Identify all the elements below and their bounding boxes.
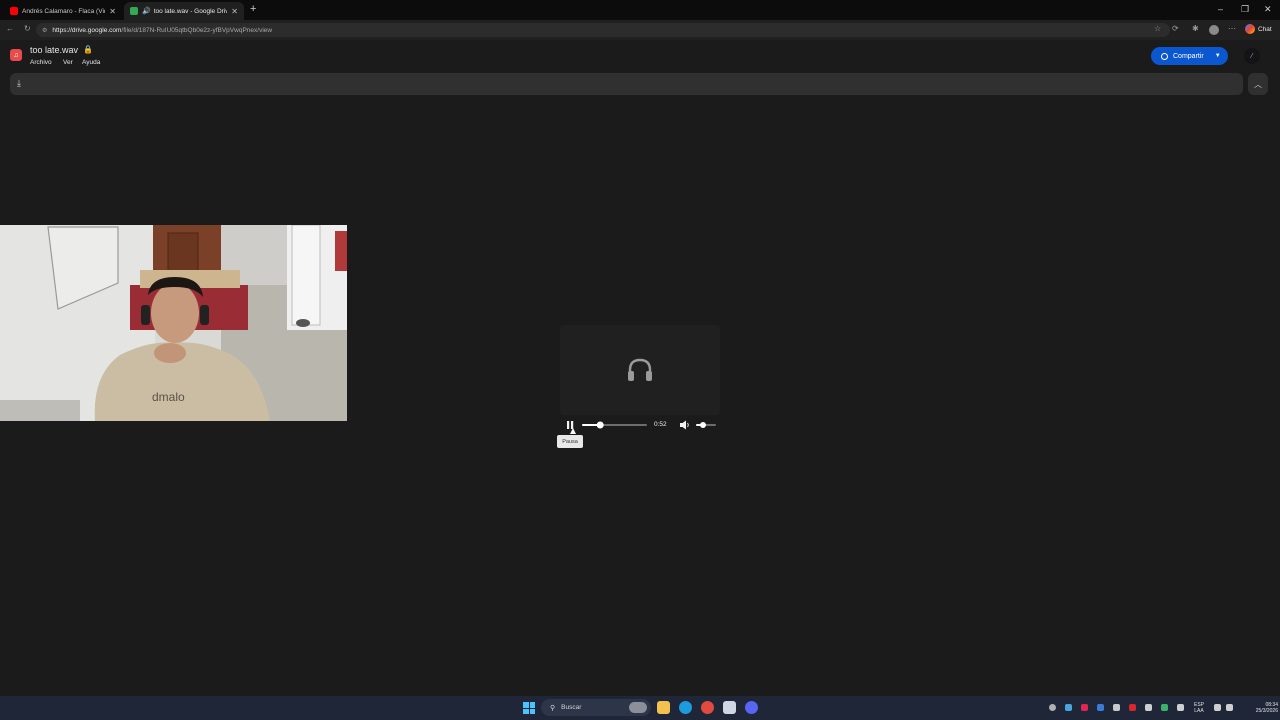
volume-icon [680, 420, 686, 430]
profile-avatar[interactable] [1209, 25, 1219, 35]
site-info-icon[interactable]: ⚙ [42, 27, 47, 34]
microphone-icon[interactable] [1177, 704, 1184, 711]
tray-game-icon[interactable] [1113, 704, 1120, 711]
headphones-icon [628, 358, 652, 381]
progress-thumb[interactable] [596, 421, 604, 429]
mute-button[interactable] [680, 420, 689, 430]
close-tab-icon[interactable]: ✕ [109, 7, 116, 16]
tab-drive[interactable]: 🔊 too late.wav - Google Drive ✕ [124, 2, 244, 20]
chrome-browser-icon[interactable] [701, 701, 714, 714]
discord-icon[interactable] [745, 701, 758, 714]
playback-time: 0:52 [654, 421, 667, 428]
wifi-icon[interactable] [1214, 704, 1221, 711]
chevron-up-icon: ︿ [1254, 79, 1262, 89]
tab-title: too late.wav - Google Drive [153, 7, 228, 15]
audio-file-icon: ♫ [10, 49, 22, 61]
keyboard-layout: LAA [1194, 708, 1204, 714]
chat-label: Chat [1258, 25, 1272, 33]
shared-lock-icon: 🔒 [83, 45, 93, 54]
download-icon[interactable]: ⤓ [17, 78, 21, 89]
volume-slider[interactable] [696, 422, 716, 428]
audio-player-card [560, 325, 720, 415]
restore-icon[interactable]: ❐ [1241, 4, 1249, 15]
webcam-feed-image: dmalo [0, 225, 347, 421]
url-path: /file/d/187N-RuIU05qtbQb0e2z-yfBVpVwqPne… [121, 26, 273, 34]
tray-adobe-icon[interactable] [1129, 704, 1136, 711]
audio-playing-icon[interactable]: 🔊 [142, 7, 151, 15]
close-window-icon[interactable]: ✕ [1264, 4, 1272, 15]
windows-start-icon[interactable] [523, 702, 535, 714]
mouse-cursor-icon [570, 428, 576, 434]
bookmark-star-icon[interactable]: ☆ [1154, 24, 1161, 33]
tab-title: Andrés Calamaro - Flaca (Videoclip [22, 7, 105, 15]
viewer-action-bar [10, 73, 1243, 95]
tray-media-icon[interactable] [1081, 704, 1088, 711]
close-tab-icon[interactable]: ✕ [231, 7, 238, 16]
progress-slider[interactable] [582, 421, 647, 429]
menu-ver[interactable]: Ver [63, 59, 73, 66]
language-indicator[interactable]: ESP LAA [1190, 702, 1208, 714]
url-host: https://drive.google.com [52, 26, 122, 34]
edge-browser-icon[interactable] [679, 701, 692, 714]
clock[interactable]: 08:34 25/3/2026 [1240, 702, 1278, 714]
bluetooth-icon[interactable] [1097, 704, 1104, 711]
new-tab-icon[interactable]: + [250, 3, 256, 15]
volume-thumb[interactable] [700, 422, 706, 428]
extensions-icon[interactable]: ⟳ [1172, 24, 1179, 33]
file-explorer-icon[interactable] [657, 701, 670, 714]
collapse-toolbar-button[interactable]: ︿ [1248, 73, 1268, 95]
account-avatar[interactable]: ⁄ [1244, 48, 1260, 64]
globe-icon [1161, 52, 1168, 60]
pause-tooltip: Pausa [557, 435, 583, 448]
back-icon[interactable]: ← [6, 24, 14, 33]
clock-date: 25/3/2026 [1255, 708, 1278, 714]
search-highlight-icon [629, 702, 647, 713]
tray-sync-icon[interactable] [1145, 704, 1152, 711]
pause-icon [567, 421, 570, 429]
svg-text:dmalo: dmalo [152, 390, 185, 404]
chat-icon [1245, 24, 1255, 34]
calculator-icon[interactable] [723, 701, 736, 714]
tab-youtube[interactable]: Andrés Calamaro - Flaca (Videoclip ✕ [4, 2, 122, 20]
menu-ayuda[interactable]: Ayuda [82, 59, 100, 66]
reload-icon[interactable]: ↻ [24, 24, 31, 33]
menu-dots-icon[interactable]: ⋯ [1228, 24, 1236, 33]
search-placeholder: Buscar [561, 704, 582, 711]
minimize-icon[interactable]: – [1218, 4, 1223, 14]
address-bar[interactable]: ⚙ https://drive.google.com/file/d/187N-R… [36, 23, 1170, 37]
browser-tab-strip: Andrés Calamaro - Flaca (Videoclip ✕ 🔊 t… [0, 0, 1280, 20]
tray-app-icon[interactable] [1049, 704, 1056, 711]
tray-shield-icon[interactable] [1065, 704, 1072, 711]
extension-puzzle-icon[interactable]: ✱ [1192, 24, 1199, 33]
speaker-icon[interactable] [1226, 704, 1233, 711]
youtube-favicon-icon [10, 7, 18, 15]
drive-favicon-icon [130, 7, 138, 15]
file-title: too late.wav [30, 45, 79, 55]
menu-archivo[interactable]: Archivo [30, 59, 52, 66]
share-button[interactable]: Compartir ▼ [1151, 47, 1228, 65]
tray-chrome-icon[interactable] [1161, 704, 1168, 711]
webcam-overlay: dmalo [0, 225, 347, 421]
chevron-down-icon[interactable]: ▼ [1215, 53, 1221, 59]
share-label: Compartir [1173, 52, 1204, 60]
taskbar-search[interactable]: ⚲ Buscar [541, 699, 651, 716]
audio-controls [560, 417, 720, 433]
search-icon: ⚲ [550, 704, 556, 712]
chat-button[interactable]: Chat [1245, 24, 1272, 34]
